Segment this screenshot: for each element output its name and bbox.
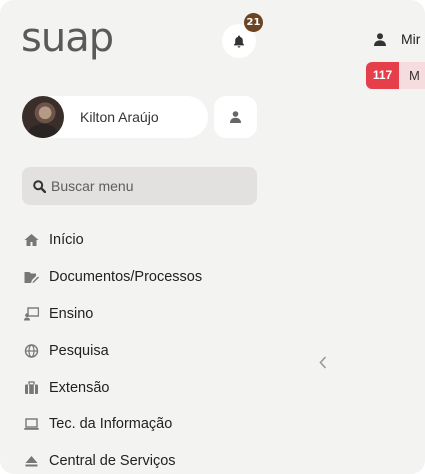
menu-item-label: Tec. da Informação [49, 416, 173, 433]
header-user-name: Mir [401, 31, 421, 47]
menu-item-inicio[interactable]: Início [22, 222, 262, 259]
sidebar: suap 21 Kilton Araújo Buscar menu Início… [0, 0, 280, 474]
menu-item-central-servicos[interactable]: Central de Serviços [22, 443, 262, 474]
menu-item-tec-informacao[interactable]: Tec. da Informação [22, 406, 262, 443]
app-frame: suap 21 Kilton Araújo Buscar menu Início… [0, 0, 425, 474]
profile-button[interactable] [214, 96, 257, 138]
user-card[interactable]: Kilton Araújo [22, 96, 208, 138]
menu-item-pesquisa[interactable]: Pesquisa [22, 332, 262, 369]
avatar [22, 96, 64, 138]
bell-icon [234, 35, 244, 47]
menu-item-documentos[interactable]: Documentos/Processos [22, 259, 262, 296]
notification-count-badge: 21 [244, 13, 263, 32]
header-user[interactable]: Mir [374, 29, 420, 49]
menu-item-label: Início [49, 232, 84, 249]
chevron-left-icon [319, 355, 327, 369]
search-input[interactable] [51, 178, 241, 194]
eject-icon [22, 453, 40, 469]
menu-item-label: Ensino [49, 305, 94, 322]
user-icon [374, 32, 386, 46]
user-name: Kilton Araújo [80, 109, 159, 125]
menu-item-label: Central de Serviços [49, 453, 176, 470]
globe-icon [22, 343, 40, 359]
folder-pen-icon [22, 269, 40, 285]
chalkboard-teacher-icon [22, 306, 40, 322]
menu-search[interactable] [22, 167, 257, 205]
main-menu: Início Documentos/Processos Ensino Pesqu… [22, 222, 262, 474]
menu-item-label: Pesquisa [49, 342, 109, 359]
search-icon [33, 179, 46, 193]
menu-item-extensao[interactable]: Extensão [22, 369, 262, 406]
app-logo[interactable]: suap [21, 10, 114, 66]
pending-count-badge[interactable]: 117 [366, 62, 399, 89]
menu-item-label: Documentos/Processos [49, 269, 203, 286]
menu-item-ensino[interactable]: Ensino [22, 296, 262, 333]
menu-item-label: Extensão [49, 379, 110, 396]
collapse-sidebar-button[interactable] [314, 351, 332, 373]
laptop-icon [22, 416, 40, 432]
briefcase-icon [22, 380, 40, 396]
user-icon [230, 111, 241, 123]
pending-label[interactable]: M [399, 62, 425, 89]
home-icon [22, 232, 40, 248]
